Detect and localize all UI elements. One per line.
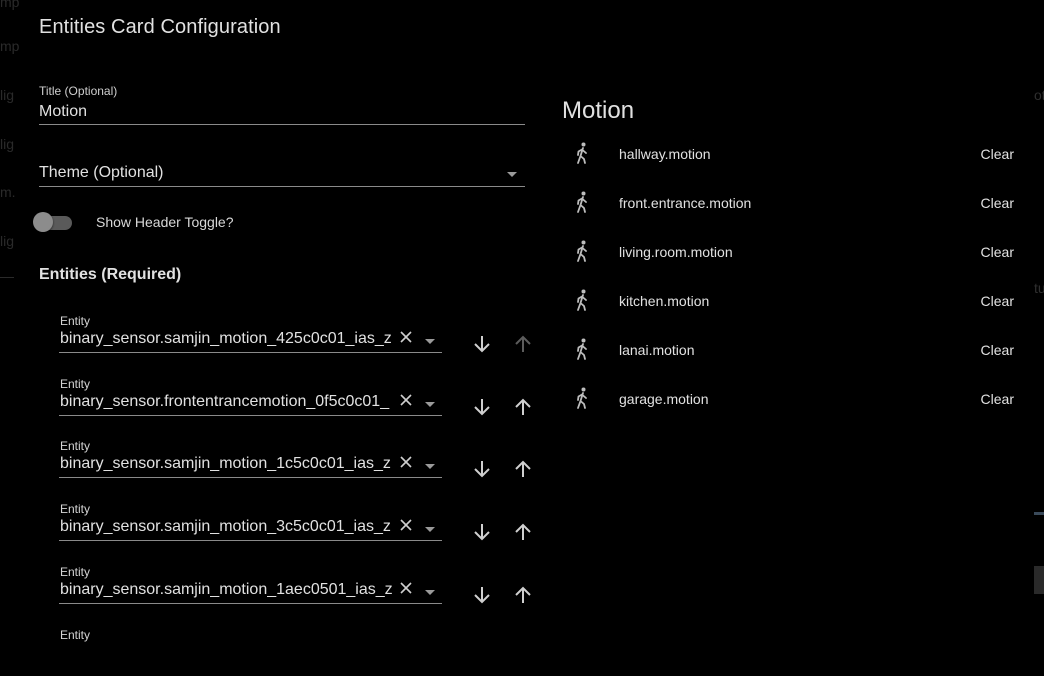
arrow-up-icon[interactable] [511, 520, 535, 544]
theme-select[interactable]: Theme (Optional) [39, 160, 525, 187]
preview-entity-row[interactable]: kitchen.motion Clear [564, 282, 1016, 322]
bg-text-fragment: tu [1034, 280, 1044, 296]
bg-text-fragment: mp [0, 0, 20, 10]
entity-picker[interactable]: binary_sensor.samjin_motion_425c0c01_ias… [59, 327, 442, 353]
preview-entity-name: lanai.motion [619, 342, 695, 358]
header-toggle-label: Show Header Toggle? [96, 214, 234, 230]
entity-row: Entity binary_sensor.samjin_motion_1aec0… [59, 565, 531, 613]
entity-picker[interactable]: binary_sensor.samjin_motion_1aec0501_ias… [59, 578, 442, 604]
clear-icon[interactable] [398, 517, 414, 533]
preview-entity-row[interactable]: living.room.motion Clear [564, 233, 1016, 273]
walk-icon [577, 191, 587, 213]
title-field[interactable]: Title (Optional) Motion [39, 82, 525, 125]
title-field-label: Title (Optional) [39, 84, 118, 98]
entity-value[interactable]: binary_sensor.samjin_motion_1aec0501_ias… [60, 581, 395, 599]
header-toggle-knob[interactable] [33, 212, 53, 232]
entity-label: Entity [60, 502, 91, 516]
preview-entity-row[interactable]: front.entrance.motion Clear [564, 184, 1016, 224]
entities-heading: Entities (Required) [39, 266, 182, 283]
bg-text-fragment: ot [1034, 87, 1044, 103]
preview-entity-name: front.entrance.motion [619, 195, 752, 211]
preview-entity-state: Clear [980, 391, 1014, 407]
preview-entity-row[interactable]: lanai.motion Clear [564, 331, 1016, 371]
entity-picker[interactable]: binary_sensor.samjin_motion_1c5c0c01_ias… [59, 452, 442, 478]
walk-icon [577, 338, 587, 360]
entity-row: Entity [59, 628, 479, 676]
preview-entity-name: living.room.motion [619, 244, 733, 260]
bg-divider [0, 277, 14, 278]
chevron-down-icon[interactable] [507, 172, 517, 177]
entity-label: Entity [60, 439, 91, 453]
chevron-down-icon[interactable] [425, 590, 435, 595]
bg-block [1034, 566, 1044, 594]
preview-entity-state: Clear [980, 244, 1014, 260]
bg-text-fragment: lig [0, 87, 15, 103]
chevron-down-icon[interactable] [425, 464, 435, 469]
bg-text-fragment: lig [0, 233, 15, 249]
bg-text-fragment: lig [0, 136, 15, 152]
card-config-dialog: Entities Card Configuration Title (Optio… [19, 0, 1030, 647]
preview-entity-state: Clear [980, 146, 1014, 162]
bg-bar [1034, 512, 1044, 515]
preview-entity-name: hallway.motion [619, 146, 711, 162]
entity-value[interactable]: binary_sensor.samjin_motion_425c0c01_ias… [60, 330, 395, 348]
arrow-up-icon [515, 335, 531, 352]
walk-icon [577, 289, 587, 311]
walk-icon [577, 142, 587, 164]
clear-icon[interactable] [398, 454, 414, 470]
preview-entity-name: garage.motion [619, 391, 709, 407]
entity-label: Entity [60, 377, 91, 391]
entity-picker[interactable]: binary_sensor.frontentrancemotion_0f5c0c… [59, 390, 442, 416]
arrow-down-icon[interactable] [470, 583, 494, 607]
theme-select-placeholder: Theme (Optional) [39, 164, 164, 181]
title-field-value[interactable]: Motion [39, 103, 87, 121]
clear-icon[interactable] [398, 329, 414, 345]
dialog-title: Entities Card Configuration [39, 16, 281, 38]
preview-entity-row[interactable]: hallway.motion Clear [564, 135, 1016, 175]
arrow-down-icon[interactable] [470, 457, 494, 481]
arrow-up-icon[interactable] [511, 583, 535, 607]
entity-value[interactable]: binary_sensor.samjin_motion_3c5c0c01_ias… [60, 518, 395, 536]
walk-icon [577, 240, 587, 262]
preview-entity-name: kitchen.motion [619, 293, 710, 309]
arrow-down-icon[interactable] [470, 395, 494, 419]
arrow-down-icon[interactable] [470, 520, 494, 544]
entity-value[interactable]: binary_sensor.samjin_motion_1c5c0c01_ias… [60, 455, 395, 473]
preview-entity-row[interactable]: garage.motion Clear [564, 380, 1016, 420]
chevron-down-icon[interactable] [425, 339, 435, 344]
entity-value[interactable]: binary_sensor.frontentrancemotion_0f5c0c… [60, 393, 395, 411]
entity-label: Entity [60, 565, 91, 579]
entity-row: Entity binary_sensor.frontentrancemotion… [59, 377, 531, 425]
bg-text-fragment: mp [0, 38, 20, 54]
clear-icon[interactable] [398, 580, 414, 596]
preview-card-title: Motion [562, 97, 635, 124]
preview-entity-state: Clear [980, 195, 1014, 211]
entity-label: Entity [60, 314, 91, 328]
entity-row: Entity binary_sensor.samjin_motion_425c0… [59, 314, 531, 362]
arrow-up-icon[interactable] [511, 457, 535, 481]
chevron-down-icon[interactable] [425, 402, 435, 407]
clear-icon[interactable] [398, 392, 414, 408]
chevron-down-icon[interactable] [425, 527, 435, 532]
bg-text-fragment: m. [0, 184, 16, 200]
entity-row: Entity binary_sensor.samjin_motion_3c5c0… [59, 502, 531, 550]
entity-row: Entity binary_sensor.samjin_motion_1c5c0… [59, 439, 531, 487]
arrow-down-icon[interactable] [470, 332, 494, 356]
entity-label: Entity [60, 628, 91, 642]
entity-picker[interactable]: binary_sensor.samjin_motion_3c5c0c01_ias… [59, 515, 442, 541]
preview-entity-state: Clear [980, 342, 1014, 358]
preview-entity-state: Clear [980, 293, 1014, 309]
arrow-up-icon[interactable] [511, 395, 535, 419]
walk-icon [577, 387, 587, 409]
